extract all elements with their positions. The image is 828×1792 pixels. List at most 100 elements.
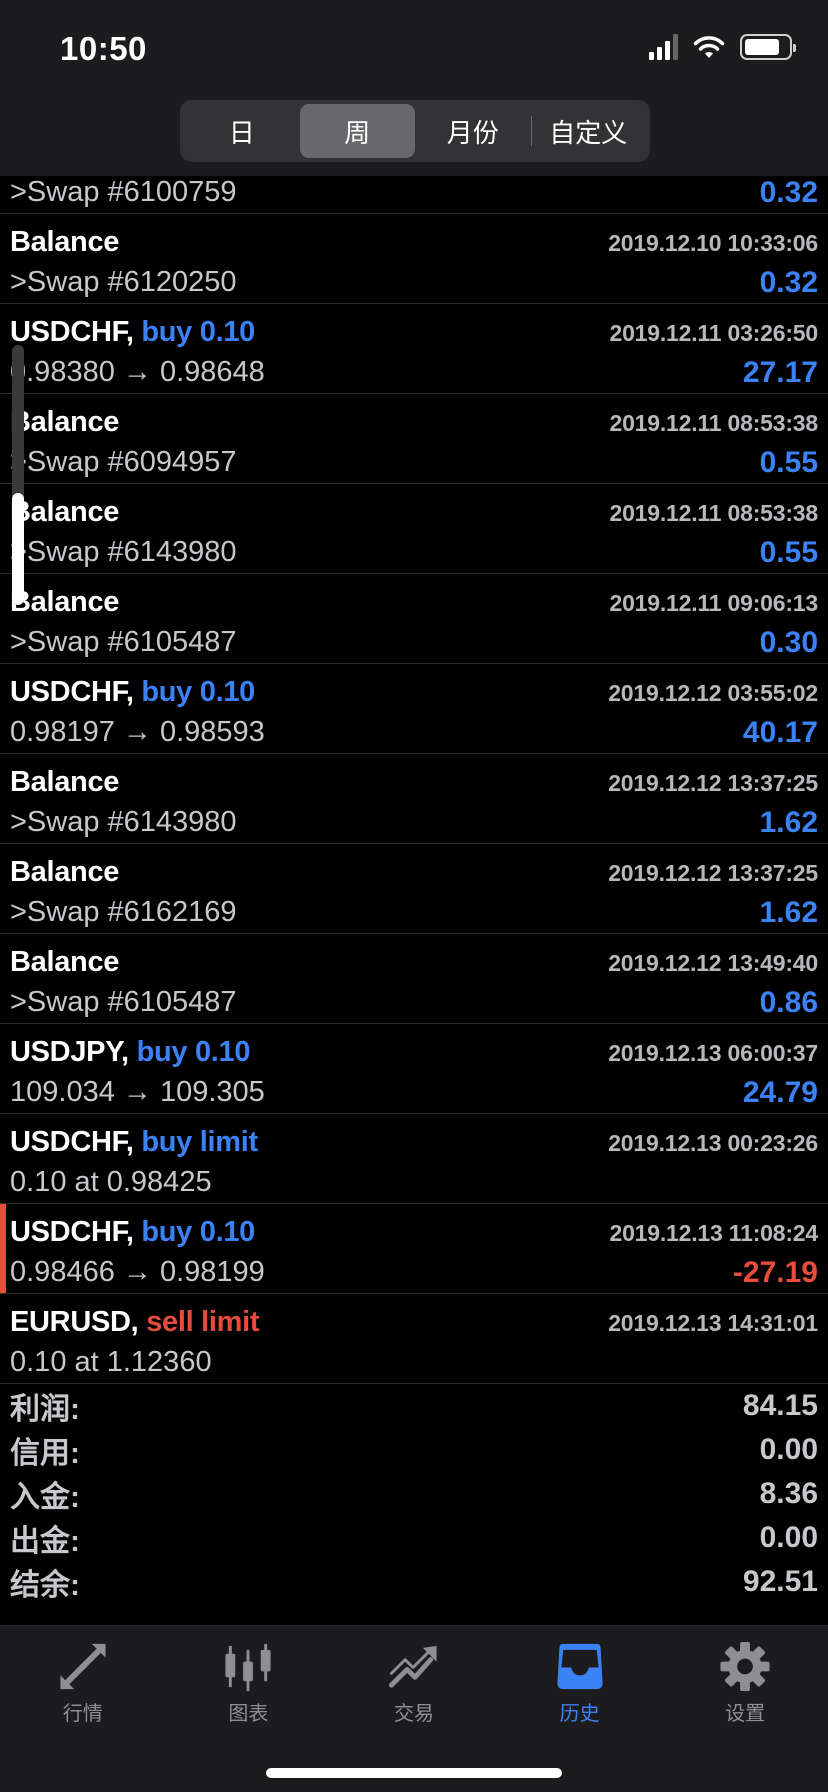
- cellular-signal-icon: [649, 34, 678, 60]
- list-item[interactable]: USDCHF, buy 0.10 2019.12.13 11:08:24 0.9…: [0, 1204, 828, 1294]
- scroll-thumb[interactable]: [12, 493, 24, 605]
- item-amount: -27.19: [732, 1256, 818, 1289]
- item-symbol: Balance: [10, 406, 120, 438]
- item-symbol: USDCHF, buy 0.10: [10, 316, 256, 348]
- history-list: >Swap #6100759 0.32 Balance 2019.12.10 1…: [0, 176, 828, 1384]
- item-amount: 1.62: [759, 896, 818, 929]
- tab-quotes[interactable]: 行情: [0, 1626, 166, 1726]
- item-symbol: Balance: [10, 766, 120, 798]
- item-date: 2019.12.11 08:53:38: [609, 410, 818, 436]
- item-amount: 1.62: [759, 806, 818, 839]
- header-area: 10:50 日 周 月份 自定义: [0, 0, 828, 176]
- summary-label: 入金:: [10, 1481, 80, 1514]
- item-amount: 40.17: [742, 716, 818, 749]
- tab-label: 图表: [228, 1703, 269, 1725]
- item-symbol: USDCHF, buy 0.10: [10, 676, 256, 708]
- tab-trade[interactable]: 交易: [331, 1626, 497, 1726]
- tab-label: 行情: [62, 1703, 103, 1725]
- item-detail: >Swap #6105487: [10, 626, 237, 658]
- list-item[interactable]: Balance 2019.12.12 13:37:25 >Swap #61439…: [0, 754, 828, 844]
- item-action: buy 0.10: [141, 676, 256, 708]
- summary-value: 84.15: [742, 1389, 818, 1422]
- item-date: 2019.12.13 14:31:01: [608, 1310, 818, 1336]
- item-action: buy 0.10: [141, 1216, 256, 1248]
- segment-custom[interactable]: 自定义: [530, 104, 647, 158]
- list-item[interactable]: Balance 2019.12.11 08:53:38 >Swap #60949…: [0, 394, 828, 484]
- list-item[interactable]: Balance 2019.12.12 13:37:25 >Swap #61621…: [0, 844, 828, 934]
- summary-label: 信用:: [10, 1437, 80, 1470]
- summary-value: 0.00: [759, 1521, 818, 1554]
- tab-label: 历史: [559, 1703, 600, 1725]
- summary-credit: 信用: 0.00: [0, 1428, 828, 1472]
- item-date: 2019.12.12 13:37:25: [608, 860, 818, 886]
- item-date: 2019.12.12 13:37:25: [608, 770, 818, 796]
- list-item[interactable]: USDCHF, buy 0.10 2019.12.11 03:26:50 0.9…: [0, 304, 828, 394]
- candlestick-chart-icon: [225, 1643, 271, 1692]
- home-indicator[interactable]: [266, 1768, 562, 1778]
- item-detail: 0.98380 → 0.98648: [10, 356, 265, 388]
- list-item[interactable]: >Swap #6100759 0.32: [0, 176, 828, 214]
- scroll-indicator[interactable]: [12, 345, 24, 605]
- summary-balance: 结余: 92.51: [0, 1560, 828, 1604]
- item-detail: >Swap #6105487: [10, 986, 237, 1018]
- segment-day[interactable]: 日: [184, 104, 300, 158]
- list-item[interactable]: EURUSD, sell limit 2019.12.13 14:31:01 0…: [0, 1294, 828, 1384]
- list-item[interactable]: Balance 2019.12.11 09:06:13 >Swap #61054…: [0, 574, 828, 664]
- item-symbol: USDCHF, buy limit: [10, 1126, 258, 1158]
- period-segmented-control: 日 周 月份 自定义: [180, 100, 650, 162]
- wifi-icon: [693, 36, 725, 58]
- item-symbol: USDJPY, buy 0.10: [10, 1036, 251, 1068]
- item-date: 2019.12.13 00:23:26: [608, 1130, 818, 1156]
- trade-trend-icon: [388, 1645, 437, 1688]
- item-symbol: Balance: [10, 496, 120, 528]
- item-amount: 0.32: [759, 266, 818, 299]
- item-action: buy 0.10: [136, 1036, 251, 1068]
- item-action: sell limit: [146, 1306, 260, 1338]
- list-item[interactable]: Balance 2019.12.10 10:33:06 >Swap #61202…: [0, 214, 828, 304]
- tab-history[interactable]: 历史: [497, 1626, 663, 1726]
- item-detail: >Swap #6094957: [10, 446, 237, 478]
- status-time: 10:50: [60, 30, 147, 67]
- item-amount: 0.30: [759, 626, 818, 659]
- item-symbol: Balance: [10, 586, 120, 618]
- settings-gear-icon: [720, 1641, 770, 1692]
- summary-profit: 利润: 84.15: [0, 1384, 828, 1428]
- item-detail: 0.98197 → 0.98593: [10, 716, 265, 748]
- tab-bar: 行情 图表 交易 历史 设置: [0, 1625, 828, 1792]
- list-item[interactable]: USDCHF, buy 0.10 2019.12.12 03:55:02 0.9…: [0, 664, 828, 754]
- item-symbol: Balance: [10, 946, 120, 978]
- item-detail: 0.10 at 1.12360: [10, 1346, 212, 1378]
- tab-label: 交易: [393, 1703, 434, 1725]
- tab-chart[interactable]: 图表: [166, 1626, 332, 1726]
- item-symbol: USDCHF, buy 0.10: [10, 1216, 256, 1248]
- item-amount: 24.79: [742, 1076, 818, 1109]
- tab-settings[interactable]: 设置: [662, 1626, 828, 1726]
- item-detail: >Swap #6143980: [10, 536, 237, 568]
- item-date: 2019.12.11 08:53:38: [609, 500, 818, 526]
- item-symbol: EURUSD, sell limit: [10, 1306, 260, 1338]
- item-amount: 27.17: [742, 356, 818, 389]
- item-action: buy 0.10: [141, 316, 256, 348]
- summary-value: 92.51: [742, 1565, 818, 1598]
- summary-label: 结余:: [10, 1569, 80, 1602]
- segment-month[interactable]: 月份: [415, 104, 531, 158]
- list-item[interactable]: Balance 2019.12.11 08:53:38 >Swap #61439…: [0, 484, 828, 574]
- item-detail: 109.034 → 109.305: [10, 1076, 265, 1108]
- quotes-arrows-icon: [60, 1643, 106, 1690]
- list-item[interactable]: Balance 2019.12.12 13:49:40 >Swap #61054…: [0, 934, 828, 1024]
- list-item[interactable]: USDJPY, buy 0.10 2019.12.13 06:00:37 109…: [0, 1024, 828, 1114]
- item-date: 2019.12.13 11:08:24: [609, 1220, 818, 1246]
- item-date: 2019.12.12 03:55:02: [608, 680, 818, 706]
- item-detail: >Swap #6120250: [10, 266, 237, 298]
- item-symbol: Balance: [10, 856, 120, 888]
- item-amount: 0.55: [759, 446, 818, 479]
- summary-withdrawal: 出金: 0.00: [0, 1516, 828, 1560]
- item-date: 2019.12.11 03:26:50: [609, 320, 818, 346]
- segment-week[interactable]: 周: [299, 104, 415, 158]
- summary-value: 8.36: [759, 1477, 818, 1510]
- list-item[interactable]: USDCHF, buy limit 2019.12.13 00:23:26 0.…: [0, 1114, 828, 1204]
- summary-value: 0.00: [759, 1433, 818, 1466]
- item-date: 2019.12.11 09:06:13: [609, 590, 818, 616]
- battery-icon: [740, 34, 796, 60]
- status-icons: [649, 34, 796, 60]
